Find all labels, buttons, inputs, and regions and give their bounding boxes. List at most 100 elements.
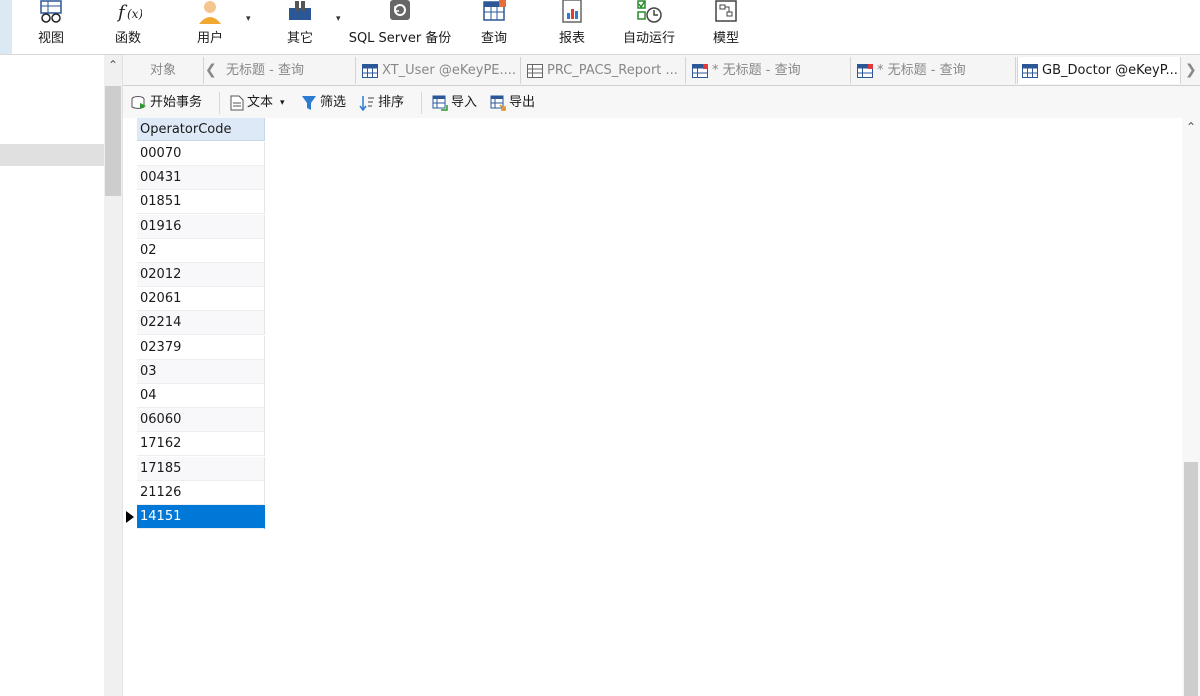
query-tab-icon [857, 63, 873, 78]
report-label: 报表 [558, 31, 585, 46]
table-row[interactable]: 03 [137, 359, 265, 384]
scroll-up-icon[interactable]: ⌃ [108, 58, 118, 72]
document-icon [230, 95, 244, 111]
other-button[interactable]: 其它 ▾ [276, 0, 341, 54]
table-row[interactable]: 00070 [137, 142, 265, 166]
procedure-icon [527, 63, 543, 78]
query-icon [483, 0, 506, 21]
selected-object-item[interactable] [0, 144, 104, 166]
tab-xt-user-label: XT_User @eKeyPE.... [382, 63, 517, 78]
ribbon-left-accent [0, 0, 12, 54]
sort-icon [359, 96, 374, 111]
tab-gb-doctor-label: GB_Doctor @eKeyP... [1042, 63, 1178, 78]
table-row[interactable]: 17185 [137, 456, 265, 481]
query-button[interactable]: 查询 [474, 0, 514, 54]
table-row[interactable]: 00431 [137, 166, 265, 191]
automation-button[interactable]: 自动运行 [620, 0, 678, 54]
transaction-icon [131, 96, 146, 109]
svg-text:(x): (x) [127, 7, 142, 21]
table-row[interactable]: 04 [137, 384, 265, 408]
tab-prc-pacs-report-label: PRC_PACS_Report ... [547, 63, 678, 78]
automation-icon [637, 0, 662, 23]
table-row[interactable]: 21126 [137, 480, 265, 505]
table-row[interactable]: 02379 [137, 335, 265, 360]
function-label: 函数 [114, 31, 141, 46]
table-row[interactable]: 01916 [137, 214, 265, 239]
object-navigation-panel[interactable] [0, 55, 104, 696]
function-button[interactable]: f (x) 函数 [106, 0, 150, 54]
begin-transaction-button[interactable]: 开始事务 [131, 93, 202, 113]
filter-label: 筛选 [320, 95, 347, 110]
table-icon [362, 63, 378, 78]
toolbar-divider [421, 92, 422, 114]
tab-xt-user[interactable]: XT_User @eKeyPE.... [357, 57, 521, 84]
table-row[interactable]: 01851 [137, 190, 265, 215]
model-button[interactable]: 模型 [706, 0, 746, 54]
view-label: 视图 [37, 31, 64, 46]
table-row[interactable]: 02214 [137, 311, 265, 336]
other-label: 其它 [286, 31, 313, 46]
export-icon [490, 95, 506, 111]
tab-untitled-query-1[interactable]: 无标题 - 查询 [223, 57, 356, 84]
table-row[interactable]: 02061 [137, 287, 265, 312]
backup-icon [390, 0, 410, 20]
table-row-selected[interactable]: 14151 [137, 505, 265, 529]
column-header-operatorcode[interactable]: OperatorCode [137, 118, 265, 141]
text-button[interactable]: 文本 ▾ [230, 93, 285, 113]
tab-untitled-query-1-label: 无标题 - 查询 [226, 63, 304, 78]
left-panel-scrollbar[interactable]: ⌃ [104, 55, 123, 696]
tab-scroll-left-icon[interactable]: ❮ [205, 57, 217, 84]
function-icon: f (x) [116, 2, 142, 23]
tab-gb-doctor[interactable]: GB_Doctor @eKeyP... [1017, 57, 1181, 84]
current-row-indicator-icon [126, 511, 134, 523]
model-icon [715, 0, 737, 22]
tab-untitled-query-3[interactable]: * 无标题 - 查询 [852, 57, 1016, 84]
scroll-up-icon[interactable]: ⌃ [1186, 120, 1196, 134]
report-button[interactable]: 报表 [552, 0, 592, 54]
query-tab-icon [692, 63, 708, 78]
query-label: 查询 [480, 31, 507, 46]
left-scrollbar-thumb[interactable] [105, 86, 121, 196]
user-icon [199, 1, 221, 24]
table-row[interactable]: 17162 [137, 432, 265, 457]
filter-button[interactable]: 筛选 [301, 93, 346, 113]
other-icon [289, 1, 311, 20]
import-icon [432, 95, 448, 111]
tab-scroll-right-icon[interactable]: ❯ [1185, 57, 1197, 84]
toolbar-divider [219, 92, 220, 114]
tab-untitled-query-2-label: * 无标题 - 查询 [712, 63, 801, 78]
user-button[interactable]: 用户 ▾ [188, 0, 251, 54]
tab-objects[interactable]: 对象 [123, 57, 204, 84]
tab-untitled-query-3-label: * 无标题 - 查询 [877, 63, 966, 78]
user-label: 用户 [196, 31, 223, 46]
table-toolbar: 开始事务 文本 ▾ 筛选 排序 导入 导出 [123, 86, 1200, 118]
filter-icon [302, 96, 316, 110]
tab-objects-label: 对象 [149, 63, 176, 78]
export-button[interactable]: 导出 [490, 93, 535, 113]
table-row[interactable]: 02012 [137, 263, 265, 287]
grid-vertical-scrollbar[interactable]: ⌃ [1182, 118, 1200, 696]
data-grid[interactable]: OperatorCode 00070 00431 01851 01916 02 02012… [123, 118, 1182, 696]
import-label: 导入 [451, 95, 478, 110]
export-label: 导出 [509, 95, 536, 110]
sort-label: 排序 [378, 95, 405, 110]
sqlserver-backup-button[interactable]: SQL Server 备份 [348, 0, 452, 54]
report-icon [562, 0, 582, 23]
table-row[interactable]: 02 [137, 238, 265, 263]
tab-prc-pacs-report[interactable]: PRC_PACS_Report ... [522, 57, 686, 84]
tab-untitled-query-2[interactable]: * 无标题 - 查询 [687, 57, 851, 84]
main-ribbon-toolbar: 视图 f (x) 函数 用户 ▾ 其它 ▾ SQL Server 备份 查询 报… [0, 0, 1200, 55]
view-button[interactable]: 视图 [28, 0, 74, 54]
grid-scrollbar-thumb[interactable] [1184, 462, 1198, 696]
text-dropdown-icon[interactable]: ▾ [280, 98, 285, 108]
import-button[interactable]: 导入 [432, 93, 477, 113]
automation-label: 自动运行 [622, 31, 675, 46]
table-row[interactable]: 06060 [137, 408, 265, 433]
tab-bar: 对象 ❮ 无标题 - 查询 XT_User @eKeyPE.... PRC_PA… [123, 55, 1200, 86]
begin-transaction-label: 开始事务 [150, 95, 203, 110]
user-dropdown-icon[interactable]: ▾ [246, 14, 251, 24]
other-dropdown-icon[interactable]: ▾ [336, 14, 341, 24]
sort-button[interactable]: 排序 [359, 93, 404, 113]
table-icon [1022, 63, 1038, 78]
view-icon [40, 0, 62, 23]
